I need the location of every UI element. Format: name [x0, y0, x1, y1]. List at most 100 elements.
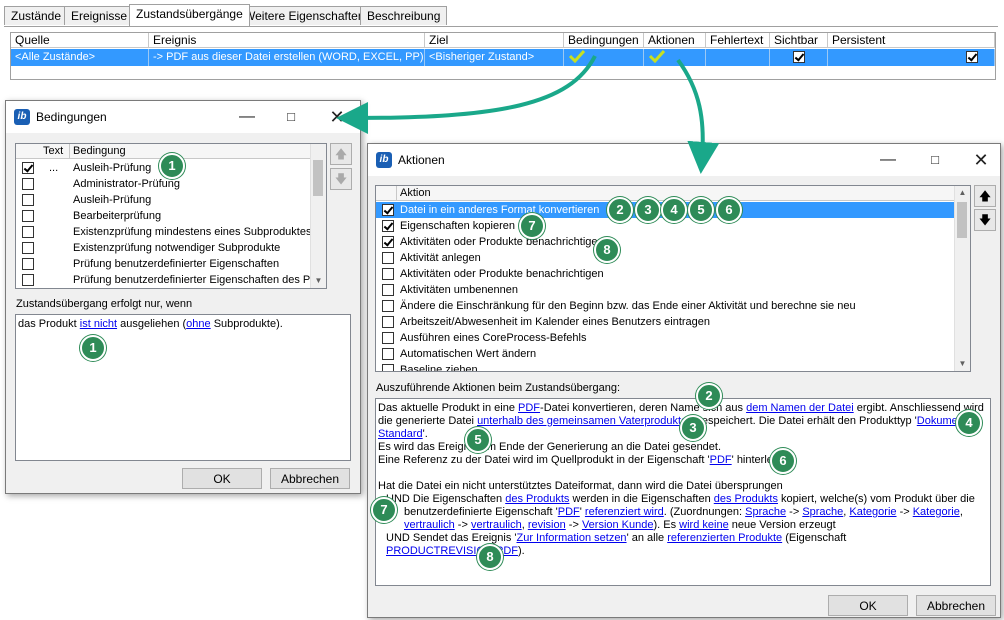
- tab-ereignisse[interactable]: Ereignisse: [64, 6, 135, 25]
- link-pdf[interactable]: PDF: [518, 402, 540, 414]
- link-version-kunde[interactable]: Version Kunde: [582, 519, 654, 531]
- list-item[interactable]: Baseline ziehen: [376, 362, 955, 371]
- list-item[interactable]: Prüfung benutzerdefinierter Eigenschafte…: [16, 272, 314, 288]
- desc-link-ist-nicht[interactable]: ist nicht: [80, 318, 117, 330]
- bedingung-checkbox[interactable]: [22, 274, 34, 286]
- bedingung-checkbox[interactable]: [22, 178, 34, 190]
- cancel-button[interactable]: Abbrechen: [270, 468, 350, 489]
- aktion-checkbox[interactable]: [382, 284, 394, 296]
- bedingung-checkbox[interactable]: [22, 226, 34, 238]
- minimize-icon[interactable]: —: [232, 105, 262, 129]
- link-dem-namen-der-datei[interactable]: dem Namen der Datei: [746, 402, 854, 414]
- list-item[interactable]: Aktivitäten umbenennen: [376, 282, 955, 298]
- col-header-aktion[interactable]: Aktion: [400, 186, 431, 200]
- minimize-icon[interactable]: —: [873, 148, 903, 172]
- list-item[interactable]: Bearbeiterprüfung: [16, 208, 311, 224]
- move-down-button[interactable]: 🡇: [974, 209, 996, 231]
- col-header-ziel[interactable]: Ziel: [425, 33, 564, 48]
- list-item[interactable]: Ausleih-Prüfung: [16, 192, 311, 208]
- link-wird-keine[interactable]: wird keine: [679, 519, 729, 531]
- link-standard[interactable]: Standard: [378, 428, 423, 440]
- col-header-text[interactable]: Text: [43, 144, 63, 158]
- list-item[interactable]: Existenzprüfung notwendiger Subprodukte: [16, 240, 311, 256]
- scroll-down-icon[interactable]: ▼: [311, 274, 326, 288]
- link-vaterprodukt[interactable]: unterhalb des gemeinsamen Vaterproduktes: [477, 415, 693, 427]
- link-des-produkts[interactable]: des Produkts: [714, 493, 778, 505]
- link-pdf[interactable]: PDF: [558, 506, 580, 518]
- aktion-checkbox[interactable]: [382, 236, 394, 248]
- list-item[interactable]: Aktivitäten oder Produkte benachrichtige…: [376, 266, 955, 282]
- col-header-ereignis[interactable]: Ereignis: [149, 33, 425, 48]
- list-item[interactable]: Aktivität anlegen: [376, 250, 955, 266]
- aktion-checkbox[interactable]: [382, 204, 394, 216]
- scroll-thumb[interactable]: [313, 160, 323, 196]
- condition-description[interactable]: das Produkt ist nicht ausgeliehen (ohne …: [15, 314, 351, 461]
- maximize-icon[interactable]: □: [276, 105, 306, 129]
- link-referenziert-wird[interactable]: referenziert wird: [585, 506, 664, 518]
- desc-link-ohne[interactable]: ohne: [186, 318, 210, 330]
- bedingung-checkbox[interactable]: [22, 194, 34, 206]
- bedingung-checkbox[interactable]: [22, 210, 34, 222]
- link-referenzierten-produkte[interactable]: referenzierten Produkte: [667, 532, 782, 544]
- aktion-checkbox[interactable]: [382, 300, 394, 312]
- link-vertraulich[interactable]: vertraulich: [471, 519, 522, 531]
- col-header-aktionen[interactable]: Aktionen: [644, 33, 706, 48]
- ok-button[interactable]: OK: [182, 468, 262, 489]
- persistent-checkbox[interactable]: [966, 51, 978, 64]
- ok-button[interactable]: OK: [828, 595, 908, 616]
- link-sprache[interactable]: Sprache: [802, 506, 843, 518]
- link-zur-information-setzen[interactable]: Zur Information setzen: [517, 532, 627, 544]
- bedingung-checkbox[interactable]: [22, 162, 34, 174]
- col-header-bedingung[interactable]: Bedingung: [73, 144, 126, 158]
- col-header-sichtbar[interactable]: Sichtbar: [770, 33, 828, 48]
- link-vertraulich[interactable]: vertraulich: [404, 519, 455, 531]
- aktion-checkbox[interactable]: [382, 364, 394, 371]
- move-down-button[interactable]: 🡇: [330, 168, 352, 190]
- list-item[interactable]: Ändere die Einschränkung für den Beginn …: [376, 298, 955, 314]
- cell-sichtbar[interactable]: [770, 49, 828, 66]
- scroll-up-icon[interactable]: ▲: [955, 186, 970, 200]
- maximize-icon[interactable]: □: [920, 148, 950, 172]
- list-item[interactable]: Aktivitäten oder Produkte benachrichtige…: [376, 234, 955, 250]
- link-kategorie[interactable]: Kategorie: [849, 506, 896, 518]
- list-item[interactable]: Automatischen Wert ändern: [376, 346, 955, 362]
- list-item[interactable]: Administrator-Prüfung: [16, 176, 311, 192]
- list-item[interactable]: Prüfung benutzerdefinierter Eigenschafte…: [16, 256, 311, 272]
- move-up-button[interactable]: 🡅: [974, 185, 996, 207]
- col-header-quelle[interactable]: Quelle: [11, 33, 149, 48]
- link-des-produkts[interactable]: des Produkts: [505, 493, 569, 505]
- link-revision[interactable]: revision: [528, 519, 566, 531]
- cell-bedingungen[interactable]: [564, 49, 644, 66]
- aktion-checkbox[interactable]: [382, 316, 394, 328]
- aktion-checkbox[interactable]: [382, 252, 394, 264]
- cell-aktionen[interactable]: [644, 49, 706, 66]
- tab-zustandsuebergaenge[interactable]: Zustandsübergänge: [129, 4, 250, 26]
- scroll-thumb[interactable]: [957, 202, 967, 238]
- list-item[interactable]: Existenzprüfung mindestens eines Subprod…: [16, 224, 311, 240]
- move-up-button[interactable]: 🡅: [330, 143, 352, 165]
- bedingung-checkbox[interactable]: [22, 242, 34, 254]
- list-scrollbar[interactable]: ▼: [310, 144, 326, 288]
- cancel-button[interactable]: Abbrechen: [916, 595, 996, 616]
- col-header-bedingungen[interactable]: Bedingungen: [564, 33, 644, 48]
- tab-beschreibung[interactable]: Beschreibung: [360, 6, 448, 25]
- list-item[interactable]: Ausführen eines CoreProcess-Befehls: [376, 330, 955, 346]
- link-sprache[interactable]: Sprache: [745, 506, 786, 518]
- sichtbar-checkbox[interactable]: [792, 51, 805, 64]
- link-kategorie[interactable]: Kategorie: [913, 506, 960, 518]
- tab-weitere-eigenschaften[interactable]: Weitere Eigenschaften: [237, 6, 372, 25]
- col-header-fehlertext[interactable]: Fehlertext: [706, 33, 770, 48]
- cell-persistent[interactable]: [828, 49, 995, 66]
- list-scrollbar[interactable]: ▲ ▼: [954, 186, 970, 371]
- tab-zustaende[interactable]: Zustände: [4, 6, 69, 25]
- close-icon[interactable]: ✕: [322, 105, 352, 129]
- col-header-persistent[interactable]: Persistent: [828, 33, 995, 48]
- aktion-checkbox[interactable]: [382, 332, 394, 344]
- link-pdf[interactable]: PDF: [710, 454, 732, 466]
- list-item[interactable]: Arbeitszeit/Abwesenheit im Kalender eine…: [376, 314, 955, 330]
- close-icon[interactable]: ✕: [966, 148, 996, 172]
- aktion-checkbox[interactable]: [382, 268, 394, 280]
- aktion-checkbox[interactable]: [382, 220, 394, 232]
- bedingung-checkbox[interactable]: [22, 258, 34, 270]
- scroll-down-icon[interactable]: ▼: [955, 357, 970, 371]
